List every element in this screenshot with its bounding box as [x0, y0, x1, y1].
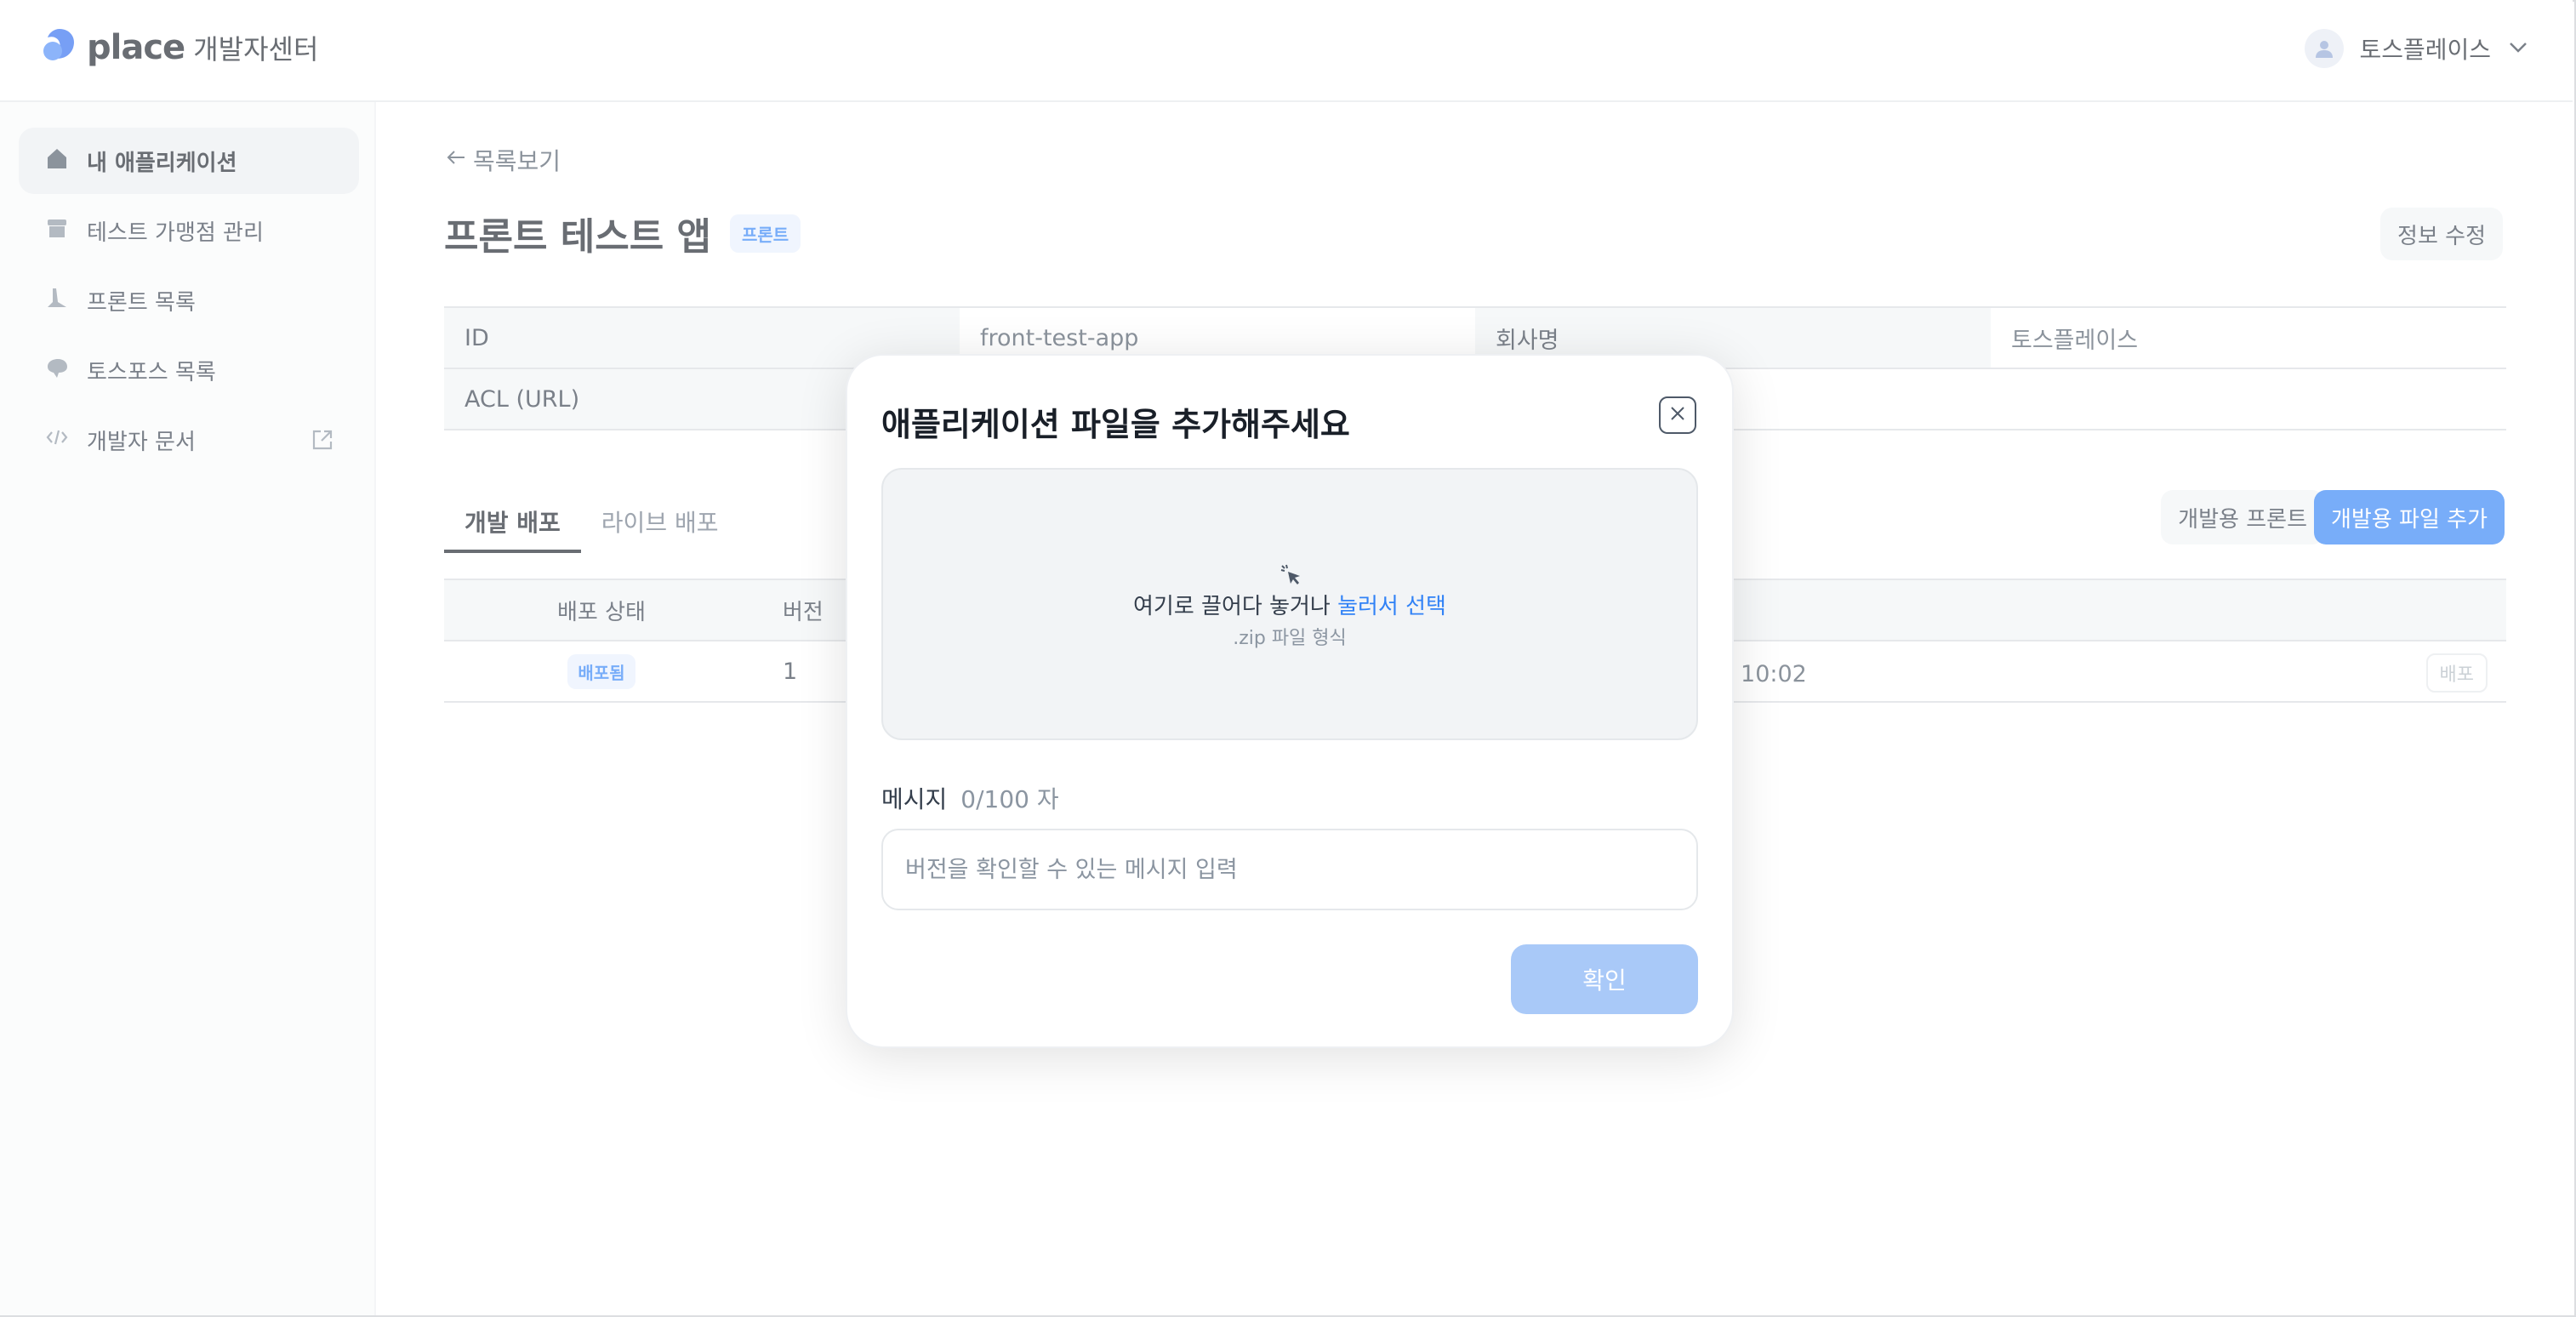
modal-title: 애플리케이션 파일을 추가해주세요 — [881, 406, 1350, 443]
message-label: 메시지 — [881, 785, 948, 813]
dropzone-hint: .zip 파일 형식 — [1233, 628, 1347, 649]
close-icon — [1668, 404, 1687, 426]
select-file-link[interactable]: 눌러서 선택 — [1337, 594, 1446, 619]
close-button[interactable] — [1659, 396, 1696, 434]
message-char-count: 0/100 자 — [960, 785, 1059, 813]
message-input[interactable] — [881, 829, 1698, 910]
dropzone-text: 여기로 끌어다 놓거나 눌러서 선택 — [1133, 594, 1446, 619]
message-label-row: 메시지 0/100 자 — [881, 781, 1059, 815]
add-file-modal: 애플리케이션 파일을 추가해주세요 여기로 끌어다 놓거나 눌러서 선택 .zi… — [846, 354, 1734, 1048]
confirm-button[interactable]: 확인 — [1511, 944, 1698, 1014]
file-dropzone[interactable]: 여기로 끌어다 놓거나 눌러서 선택 .zip 파일 형식 — [881, 468, 1698, 740]
